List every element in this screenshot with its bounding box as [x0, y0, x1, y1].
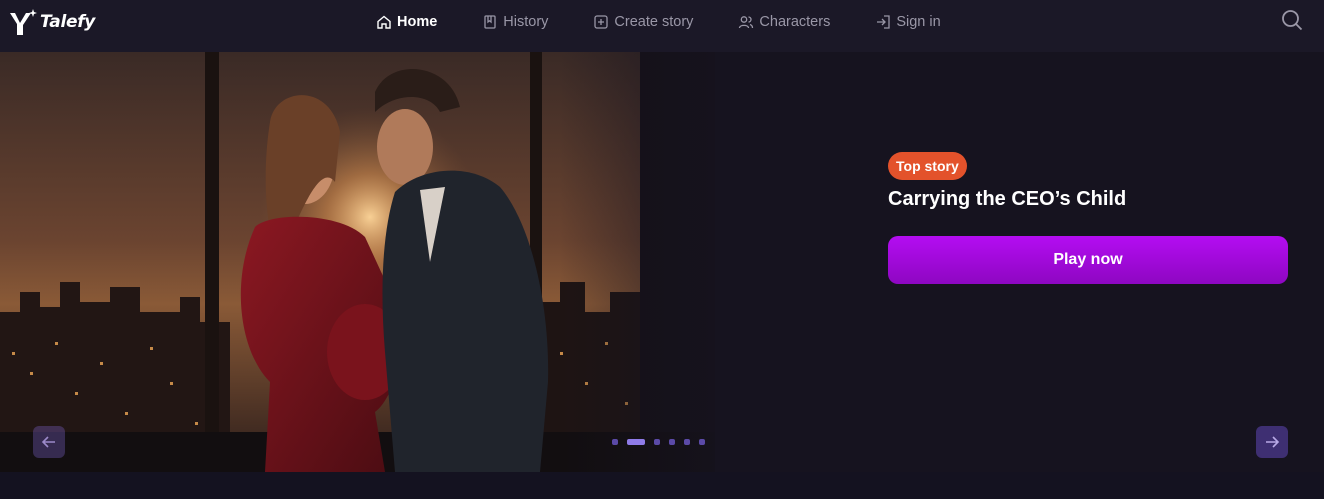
hero-fade-overlay: [560, 52, 760, 472]
carousel-dot[interactable]: [699, 439, 705, 445]
carousel-prev-button[interactable]: [33, 426, 65, 458]
users-icon: [739, 16, 754, 29]
talefy-logo-icon: [10, 9, 37, 35]
brand-name: Talefy: [40, 12, 96, 32]
carousel-dot[interactable]: [612, 439, 618, 445]
carousel-dot[interactable]: [684, 439, 690, 445]
hero-carousel: Top story Carrying the CEO’s Child Play …: [0, 52, 1324, 472]
arrow-left-icon: [41, 436, 55, 448]
main-nav: Home History Create story Characters Sig…: [376, 0, 986, 44]
carousel-dot-active[interactable]: [627, 439, 645, 445]
nav-item-sign-in[interactable]: Sign in: [875, 14, 941, 30]
nav-label-sign-in: Sign in: [896, 14, 941, 30]
carousel-next-button[interactable]: [1256, 426, 1288, 458]
top-navbar: Talefy Home History Create story Charact…: [0, 0, 1324, 52]
story-title: Carrying the CEO’s Child: [888, 188, 1127, 210]
nav-item-create-story[interactable]: Create story: [593, 14, 693, 30]
home-icon: [377, 15, 391, 29]
carousel-pagination: [612, 439, 705, 445]
nav-item-home[interactable]: Home: [376, 14, 437, 30]
nav-item-history[interactable]: History: [482, 14, 548, 30]
nav-label-create-story: Create story: [614, 14, 694, 30]
carousel-dot[interactable]: [669, 439, 675, 445]
nav-label-history: History: [503, 14, 549, 30]
carousel-dot[interactable]: [654, 439, 660, 445]
arrow-right-icon: [1266, 436, 1280, 448]
nav-label-home: Home: [397, 14, 438, 30]
brand-logo[interactable]: Talefy: [8, 6, 95, 38]
top-story-badge: Top story: [888, 152, 967, 180]
sign-in-icon: [877, 15, 890, 29]
search-icon[interactable]: [1281, 9, 1303, 31]
bookmark-icon: [484, 15, 496, 29]
nav-item-characters[interactable]: Characters: [738, 14, 830, 30]
plus-square-icon: [594, 15, 609, 29]
nav-label-characters: Characters: [759, 14, 831, 30]
play-now-button[interactable]: Play now: [888, 236, 1288, 284]
